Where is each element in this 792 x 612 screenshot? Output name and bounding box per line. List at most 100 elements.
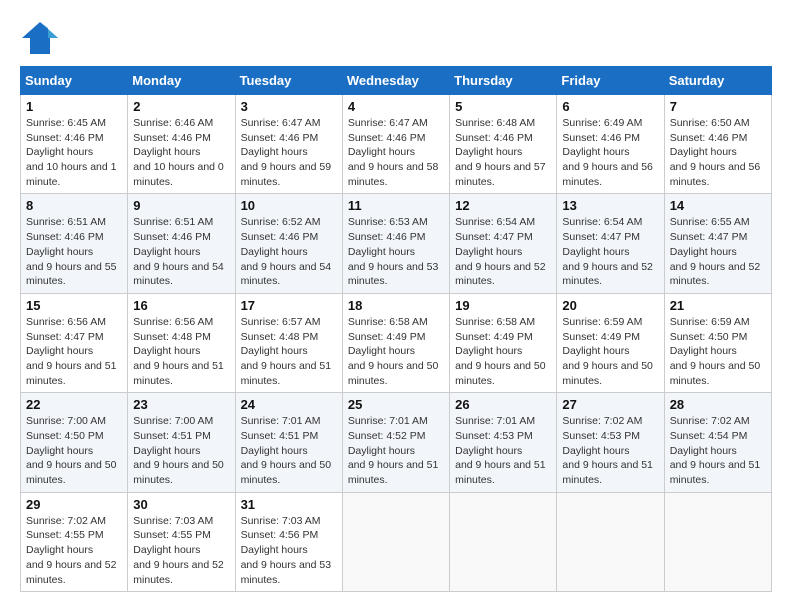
day-number: 24 [241,397,337,412]
day-number: 28 [670,397,766,412]
day-number: 1 [26,99,122,114]
day-number: 9 [133,198,229,213]
day-cell-20: 20 Sunrise: 6:59 AMSunset: 4:49 PMDaylig… [557,293,664,392]
day-cell-1: 1 Sunrise: 6:45 AMSunset: 4:46 PMDayligh… [21,95,128,194]
day-cell-26: 26 Sunrise: 7:01 AMSunset: 4:53 PMDaylig… [450,393,557,492]
header-tuesday: Tuesday [235,67,342,95]
day-info: Sunrise: 6:50 AMSunset: 4:46 PMDaylight … [670,116,766,189]
day-number: 7 [670,99,766,114]
day-info: Sunrise: 6:56 AMSunset: 4:48 PMDaylight … [133,315,229,388]
day-number: 13 [562,198,658,213]
day-cell-9: 9 Sunrise: 6:51 AMSunset: 4:46 PMDayligh… [128,194,235,293]
day-info: Sunrise: 7:01 AMSunset: 4:52 PMDaylight … [348,414,444,487]
day-info: Sunrise: 6:48 AMSunset: 4:46 PMDaylight … [455,116,551,189]
day-info: Sunrise: 7:00 AMSunset: 4:50 PMDaylight … [26,414,122,487]
day-cell-22: 22 Sunrise: 7:00 AMSunset: 4:50 PMDaylig… [21,393,128,492]
day-info: Sunrise: 7:02 AMSunset: 4:55 PMDaylight … [26,514,122,587]
day-number: 4 [348,99,444,114]
day-number: 31 [241,497,337,512]
day-cell-11: 11 Sunrise: 6:53 AMSunset: 4:46 PMDaylig… [342,194,449,293]
day-cell-31: 31 Sunrise: 7:03 AMSunset: 4:56 PMDaylig… [235,492,342,591]
day-cell-6: 6 Sunrise: 6:49 AMSunset: 4:46 PMDayligh… [557,95,664,194]
day-info: Sunrise: 6:58 AMSunset: 4:49 PMDaylight … [455,315,551,388]
header-saturday: Saturday [664,67,771,95]
day-info: Sunrise: 6:53 AMSunset: 4:46 PMDaylight … [348,215,444,288]
empty-cell [664,492,771,591]
day-cell-15: 15 Sunrise: 6:56 AMSunset: 4:47 PMDaylig… [21,293,128,392]
day-cell-24: 24 Sunrise: 7:01 AMSunset: 4:51 PMDaylig… [235,393,342,492]
day-number: 27 [562,397,658,412]
day-number: 11 [348,198,444,213]
day-number: 26 [455,397,551,412]
day-cell-30: 30 Sunrise: 7:03 AMSunset: 4:55 PMDaylig… [128,492,235,591]
day-cell-28: 28 Sunrise: 7:02 AMSunset: 4:54 PMDaylig… [664,393,771,492]
day-number: 29 [26,497,122,512]
day-number: 21 [670,298,766,313]
day-info: Sunrise: 6:57 AMSunset: 4:48 PMDaylight … [241,315,337,388]
day-info: Sunrise: 6:58 AMSunset: 4:49 PMDaylight … [348,315,444,388]
day-number: 5 [455,99,551,114]
day-number: 14 [670,198,766,213]
day-cell-29: 29 Sunrise: 7:02 AMSunset: 4:55 PMDaylig… [21,492,128,591]
day-number: 25 [348,397,444,412]
day-number: 2 [133,99,229,114]
day-cell-16: 16 Sunrise: 6:56 AMSunset: 4:48 PMDaylig… [128,293,235,392]
day-info: Sunrise: 6:56 AMSunset: 4:47 PMDaylight … [26,315,122,388]
day-cell-25: 25 Sunrise: 7:01 AMSunset: 4:52 PMDaylig… [342,393,449,492]
day-cell-4: 4 Sunrise: 6:47 AMSunset: 4:46 PMDayligh… [342,95,449,194]
day-cell-7: 7 Sunrise: 6:50 AMSunset: 4:46 PMDayligh… [664,95,771,194]
day-info: Sunrise: 7:02 AMSunset: 4:53 PMDaylight … [562,414,658,487]
page-header [20,20,772,56]
day-info: Sunrise: 6:47 AMSunset: 4:46 PMDaylight … [348,116,444,189]
day-number: 6 [562,99,658,114]
day-info: Sunrise: 6:59 AMSunset: 4:49 PMDaylight … [562,315,658,388]
day-cell-5: 5 Sunrise: 6:48 AMSunset: 4:46 PMDayligh… [450,95,557,194]
week-row-1: 1 Sunrise: 6:45 AMSunset: 4:46 PMDayligh… [21,95,772,194]
calendar-header-row: SundayMondayTuesdayWednesdayThursdayFrid… [21,67,772,95]
day-info: Sunrise: 6:51 AMSunset: 4:46 PMDaylight … [26,215,122,288]
day-cell-13: 13 Sunrise: 6:54 AMSunset: 4:47 PMDaylig… [557,194,664,293]
day-cell-19: 19 Sunrise: 6:58 AMSunset: 4:49 PMDaylig… [450,293,557,392]
day-info: Sunrise: 6:46 AMSunset: 4:46 PMDaylight … [133,116,229,189]
day-number: 19 [455,298,551,313]
day-info: Sunrise: 7:01 AMSunset: 4:51 PMDaylight … [241,414,337,487]
day-info: Sunrise: 6:49 AMSunset: 4:46 PMDaylight … [562,116,658,189]
day-info: Sunrise: 6:55 AMSunset: 4:47 PMDaylight … [670,215,766,288]
day-cell-27: 27 Sunrise: 7:02 AMSunset: 4:53 PMDaylig… [557,393,664,492]
empty-cell [450,492,557,591]
day-cell-14: 14 Sunrise: 6:55 AMSunset: 4:47 PMDaylig… [664,194,771,293]
header-monday: Monday [128,67,235,95]
header-thursday: Thursday [450,67,557,95]
calendar-table: SundayMondayTuesdayWednesdayThursdayFrid… [20,66,772,592]
day-number: 3 [241,99,337,114]
day-info: Sunrise: 7:01 AMSunset: 4:53 PMDaylight … [455,414,551,487]
day-number: 16 [133,298,229,313]
day-cell-23: 23 Sunrise: 7:00 AMSunset: 4:51 PMDaylig… [128,393,235,492]
day-info: Sunrise: 7:02 AMSunset: 4:54 PMDaylight … [670,414,766,487]
day-info: Sunrise: 6:52 AMSunset: 4:46 PMDaylight … [241,215,337,288]
day-cell-3: 3 Sunrise: 6:47 AMSunset: 4:46 PMDayligh… [235,95,342,194]
day-cell-17: 17 Sunrise: 6:57 AMSunset: 4:48 PMDaylig… [235,293,342,392]
week-row-2: 8 Sunrise: 6:51 AMSunset: 4:46 PMDayligh… [21,194,772,293]
header-friday: Friday [557,67,664,95]
day-info: Sunrise: 6:59 AMSunset: 4:50 PMDaylight … [670,315,766,388]
header-sunday: Sunday [21,67,128,95]
day-cell-2: 2 Sunrise: 6:46 AMSunset: 4:46 PMDayligh… [128,95,235,194]
day-number: 23 [133,397,229,412]
day-number: 15 [26,298,122,313]
day-number: 17 [241,298,337,313]
day-number: 18 [348,298,444,313]
empty-cell [342,492,449,591]
week-row-5: 29 Sunrise: 7:02 AMSunset: 4:55 PMDaylig… [21,492,772,591]
day-cell-21: 21 Sunrise: 6:59 AMSunset: 4:50 PMDaylig… [664,293,771,392]
day-number: 30 [133,497,229,512]
day-info: Sunrise: 6:54 AMSunset: 4:47 PMDaylight … [562,215,658,288]
day-cell-12: 12 Sunrise: 6:54 AMSunset: 4:47 PMDaylig… [450,194,557,293]
day-number: 12 [455,198,551,213]
day-info: Sunrise: 6:45 AMSunset: 4:46 PMDaylight … [26,116,122,189]
day-info: Sunrise: 7:03 AMSunset: 4:55 PMDaylight … [133,514,229,587]
day-number: 22 [26,397,122,412]
day-number: 20 [562,298,658,313]
day-info: Sunrise: 6:54 AMSunset: 4:47 PMDaylight … [455,215,551,288]
day-info: Sunrise: 6:47 AMSunset: 4:46 PMDaylight … [241,116,337,189]
